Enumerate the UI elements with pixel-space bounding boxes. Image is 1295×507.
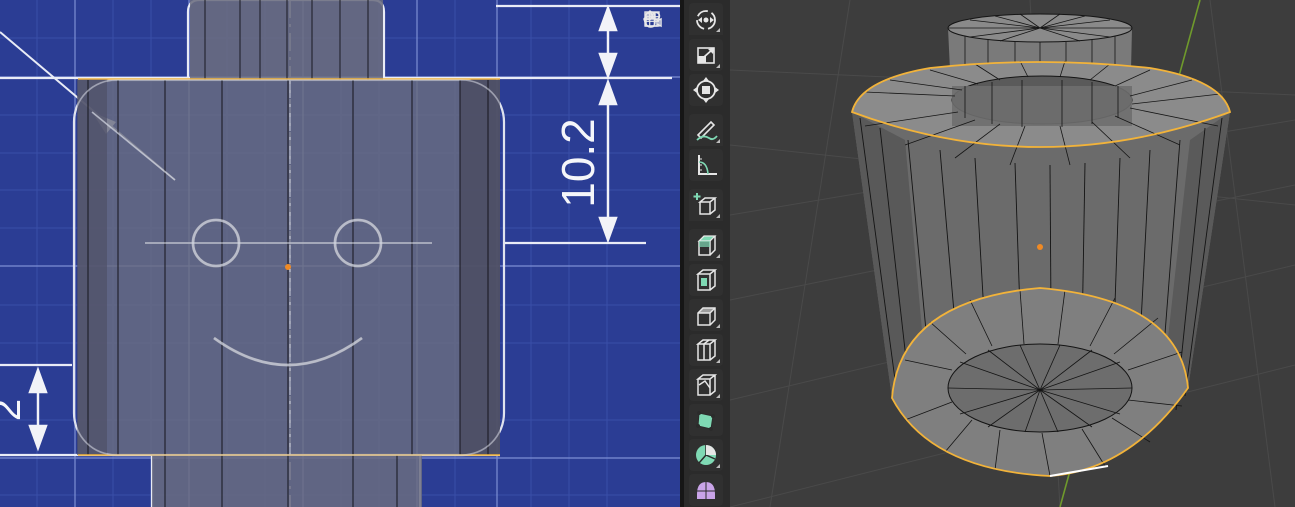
blueprint-drawing: 10.2 2 [0, 0, 680, 507]
smooth-icon[interactable] [689, 474, 723, 506]
poly-build-icon[interactable] [689, 404, 723, 436]
3d-viewport[interactable] [730, 0, 1295, 507]
grid-ortho-icon[interactable] [641, 11, 669, 98]
origin-dot-3d [1037, 244, 1043, 250]
transform-icon[interactable] [689, 74, 723, 106]
inset-faces-icon[interactable] [689, 264, 723, 296]
rotate-icon[interactable] [689, 3, 723, 35]
bevel-icon[interactable] [689, 299, 723, 331]
navigation-gizmos [641, 8, 671, 98]
tool-shelf [684, 0, 730, 507]
mesh-bottom [152, 455, 422, 507]
scale-icon[interactable] [689, 39, 723, 71]
knife-icon[interactable] [689, 369, 723, 401]
spin-icon[interactable] [689, 439, 723, 471]
camera-view-icon[interactable] [641, 11, 669, 66]
measure-icon[interactable] [689, 149, 723, 181]
dimension-label-small: 2 [0, 399, 29, 421]
loop-cut-icon[interactable] [689, 334, 723, 366]
extrude-region-icon[interactable] [689, 229, 723, 261]
add-cube-icon[interactable] [689, 189, 723, 221]
blueprint-viewport[interactable]: 10.2 2 [0, 0, 680, 507]
mesh-perspective [730, 0, 1295, 507]
dimension-label-main: 10.2 [552, 118, 604, 208]
annotate-icon[interactable] [689, 114, 723, 146]
